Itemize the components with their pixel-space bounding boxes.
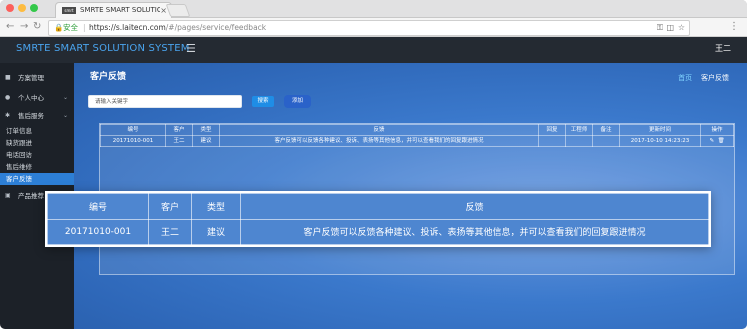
sidebar-item-label: 个人中心 — [18, 94, 44, 102]
app: SMRTE SMART SOLUTION SYSTEM ☰ 王二 ■ 方案管理 … — [0, 37, 747, 329]
url-domain: https://s.laitecn.com — [89, 23, 166, 32]
zoom-column-header: 客户 — [148, 193, 192, 220]
new-tab-button[interactable] — [165, 4, 191, 17]
column-header: 编号 — [100, 124, 166, 136]
user-icon: ● — [5, 94, 11, 101]
back-icon[interactable]: ← — [6, 19, 14, 35]
gear-icon: ✱ — [5, 112, 11, 119]
sidebar-subitem-label: 电话回访 — [6, 151, 32, 159]
translate-icon[interactable]: ◫ — [666, 21, 674, 35]
sidebar-subitem-shortage[interactable]: 缺货跟进 — [0, 137, 74, 149]
address-bar-row: ← → ↻ 🔒 安全 | https://s.laitecn.com/#/pag… — [0, 18, 747, 37]
briefcase-icon: ■ — [5, 74, 11, 81]
sidebar-subitem-orders[interactable]: 订单信息 — [0, 125, 74, 137]
cell-actions: ✎ 🗑 — [700, 135, 734, 147]
favicon: smrt — [62, 7, 76, 14]
browser-tab[interactable]: smrt SMRTE SMART SOLUTION SYSTEM × — [55, 2, 172, 18]
zoom-window-button[interactable] — [30, 4, 38, 12]
table-header-row: 编号 客户 类型 反馈 回复 工程师 备注 更新时间 操作 — [100, 124, 734, 136]
forward-icon[interactable]: → — [20, 19, 28, 35]
tab-bar: smrt SMRTE SMART SOLUTION SYSTEM × — [0, 0, 747, 18]
table-row[interactable]: 20171010-001 王二 建议 客户反馈可以反馈各种建议、投诉、表扬等其他… — [100, 135, 734, 147]
breadcrumb: 首页 客户反馈 — [678, 73, 729, 83]
edit-icon[interactable]: ✎ — [709, 138, 714, 144]
breadcrumb-home[interactable]: 首页 — [678, 74, 692, 82]
tab-title: SMRTE SMART SOLUTION SYSTEM — [80, 6, 160, 14]
zoom-column-header: 类型 — [191, 193, 241, 220]
column-header: 更新时间 — [619, 124, 701, 136]
column-header: 客户 — [165, 124, 193, 136]
sidebar-subitem-label: 售后维修 — [6, 163, 32, 171]
lock-icon: 🔒 — [54, 23, 64, 32]
minimize-window-button[interactable] — [18, 4, 26, 12]
search-button[interactable]: 搜索 — [252, 96, 274, 107]
sidebar-item-label: 产品推荐 — [18, 192, 44, 200]
trash-icon[interactable]: 🗑 — [718, 138, 725, 144]
app-header: SMRTE SMART SOLUTION SYSTEM ☰ 王二 — [0, 37, 747, 63]
brand-title: SMRTE SMART SOLUTION SYSTEM — [16, 43, 190, 54]
zoom-data-row: 20171010-001 王二 建议 客户反馈可以反馈各种建议、投诉、表扬等其他… — [47, 218, 709, 245]
column-header: 回复 — [538, 124, 566, 136]
browser-window: smrt SMRTE SMART SOLUTION SYSTEM × ← → ↻… — [0, 0, 747, 329]
zoom-column-header: 反馈 — [240, 193, 709, 220]
cell-type: 建议 — [192, 135, 220, 147]
search-input[interactable]: 请输入关键字 — [88, 95, 242, 108]
sidebar-subitem-repair[interactable]: 售后维修 — [0, 161, 74, 173]
cart-icon: ▣ — [5, 192, 11, 199]
menu-toggle-icon[interactable]: ☰ — [186, 37, 196, 61]
sidebar-item-profile[interactable]: ● 个人中心 ⌄ — [0, 91, 74, 105]
column-header: 备注 — [592, 124, 620, 136]
sidebar-subitem-callback[interactable]: 电话回访 — [0, 149, 74, 161]
sidebar-item-solution[interactable]: ■ 方案管理 — [0, 71, 74, 85]
cell-id: 20171010-001 — [100, 135, 166, 147]
sidebar-item-label: 方案管理 — [18, 74, 44, 82]
breadcrumb-current: 客户反馈 — [701, 74, 729, 82]
url-field[interactable]: 🔒 安全 | https://s.laitecn.com/#/pages/ser… — [48, 20, 690, 36]
page-title: 客户反馈 — [90, 72, 127, 82]
bookmark-star-icon[interactable]: ☆ — [678, 21, 685, 35]
sidebar-subitem-label: 缺货跟进 — [6, 139, 32, 147]
cell-feedback: 客户反馈可以反馈各种建议、投诉、表扬等其他信息，并可以查看我们的回复跟进情况 — [219, 135, 539, 147]
column-header: 反馈 — [219, 124, 539, 136]
key-icon[interactable]: ⚿ — [657, 21, 663, 35]
secure-label: 安全 — [63, 23, 78, 32]
close-window-button[interactable] — [6, 4, 14, 12]
sidebar-item-after-sales[interactable]: ✱ 售后服务 ⌄ — [0, 109, 74, 123]
zoom-cell-feedback: 客户反馈可以反馈各种建议、投诉、表扬等其他信息，并可以查看我们的回复跟进情况 — [240, 218, 709, 245]
chevron-down-icon: ⌄ — [63, 112, 69, 119]
url-separator: | — [83, 23, 86, 32]
zoom-cell-type: 建议 — [191, 218, 241, 245]
url-text: https://s.laitecn.com/#/pages/service/fe… — [89, 21, 266, 35]
sidebar-item-label: 售后服务 — [18, 112, 44, 120]
user-name[interactable]: 王二 — [715, 37, 731, 61]
zoom-header-row: 编号 客户 类型 反馈 — [47, 193, 709, 220]
column-header: 工程师 — [565, 124, 593, 136]
zoom-cell-customer: 王二 — [148, 218, 192, 245]
zoom-column-header: 编号 — [47, 193, 149, 220]
browser-menu-icon[interactable]: ⋮ — [729, 19, 739, 35]
zoom-callout: 编号 客户 类型 反馈 20171010-001 王二 建议 客户反馈可以反馈各… — [45, 191, 711, 247]
column-header: 类型 — [192, 124, 220, 136]
cell-customer: 王二 — [165, 135, 193, 147]
add-button[interactable]: 添加 — [284, 95, 311, 108]
zoom-cell-id: 20171010-001 — [47, 218, 149, 245]
cell-engineer — [565, 135, 593, 147]
chevron-down-icon: ⌄ — [63, 94, 69, 101]
url-path: /#/pages/service/feedback — [165, 23, 267, 32]
cell-note — [592, 135, 620, 147]
breadcrumb-spacer — [694, 74, 698, 82]
cell-reply — [538, 135, 566, 147]
sidebar-subitem-label: 订单信息 — [6, 127, 32, 135]
search-placeholder: 请输入关键字 — [95, 99, 129, 105]
sidebar-subitem-label: 客户反馈 — [6, 175, 32, 183]
reload-icon[interactable]: ↻ — [33, 19, 41, 35]
sidebar-subitem-feedback[interactable]: 客户反馈 — [0, 173, 74, 185]
column-header: 操作 — [700, 124, 734, 136]
cell-updated: 2017-10-10 14:23:23 — [619, 135, 701, 147]
